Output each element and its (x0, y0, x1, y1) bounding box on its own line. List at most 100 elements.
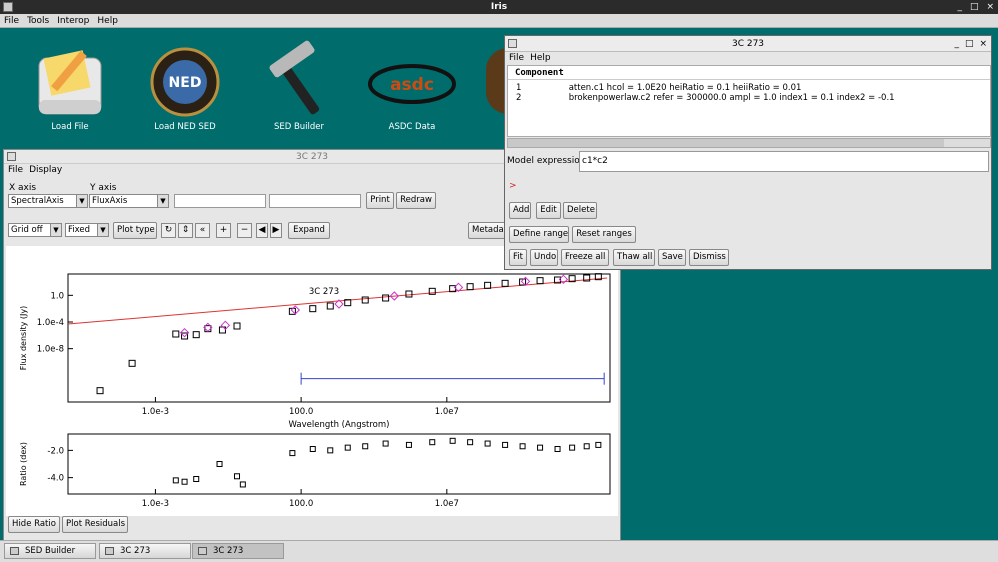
fit-button[interactable]: Fit (509, 249, 527, 266)
refresh-icon[interactable]: ↻ (161, 223, 176, 238)
ratio-y-tick-label: -4.0 (47, 474, 64, 484)
ratio-x-tick-label: 1.0e-3 (142, 499, 169, 509)
task-3c273-plot[interactable]: 3C 273 (99, 543, 191, 559)
ratio-y-tick-label: -2.0 (47, 446, 64, 456)
menu-help[interactable]: Help (97, 14, 118, 27)
model-expression-input[interactable]: c1*c2 (579, 151, 989, 172)
ratio-point (239, 481, 246, 488)
window-icon (508, 39, 517, 48)
app-icon (3, 2, 13, 12)
ratio-point (289, 450, 296, 457)
fit-window-controls: _ □ × (954, 36, 987, 52)
data-point (382, 294, 390, 302)
x-axis-title: Wavelength (Angstrom) (289, 420, 390, 430)
delete-button[interactable]: Delete (563, 202, 597, 219)
maximize-icon[interactable]: □ (965, 36, 974, 52)
horizontal-scrollbar[interactable] (507, 138, 991, 148)
menu-tools[interactable]: Tools (27, 14, 49, 27)
ratio-point (181, 478, 188, 485)
ratio-point (405, 441, 412, 448)
fit-window-titlebar: 3C 273 _ □ × (505, 36, 991, 52)
ratio-point (537, 444, 544, 451)
window-icon (105, 547, 114, 555)
task-3c273-fit[interactable]: 3C 273 (192, 543, 284, 559)
metadata-button[interactable]: Metadata (468, 222, 508, 239)
edit-button[interactable]: Edit (536, 202, 561, 219)
ratio-point (467, 439, 474, 446)
redraw-button[interactable]: Redraw (396, 192, 436, 209)
maximize-icon[interactable]: □ (970, 0, 979, 14)
load-file-icon (35, 40, 105, 118)
grid-select[interactable]: Grid off ▼ (8, 223, 62, 237)
task-sed-builder[interactable]: SED Builder (4, 543, 96, 559)
arrow-left-icon[interactable]: ◀ (256, 223, 268, 238)
y-axis-label: Y axis (90, 183, 117, 193)
component-table: Component 1 atten.c1 hcol = 1.0E20 heiRa… (507, 65, 991, 137)
y-units-field[interactable] (269, 194, 361, 208)
close-icon[interactable]: × (986, 0, 994, 14)
plot-type-button[interactable]: Plot type (113, 222, 157, 239)
plot-area[interactable]: 1.0 1.0e-4 1.0e-8 1.0e-3 100.0 1.0e7 Wavelengt… (6, 246, 618, 516)
desktop-icon-asdc[interactable]: asdc ASDC Data (362, 40, 462, 132)
scale-value: Fixed (68, 225, 91, 235)
arrow-right-icon[interactable]: ▶ (270, 223, 282, 238)
ratio-point (234, 473, 241, 480)
close-icon[interactable]: × (979, 36, 987, 52)
plot-residuals-button[interactable]: Plot Residuals (62, 516, 128, 533)
desktop-label: ASDC Data (388, 122, 436, 132)
ratio-point (172, 477, 179, 484)
scrollbar-thumb[interactable] (508, 139, 944, 147)
desktop-icon-sed-builder[interactable]: SED Builder (249, 40, 349, 132)
add-button[interactable]: Add (509, 202, 531, 219)
model-expression-row: Model expression: c1*c2 (507, 151, 991, 173)
x-axis-select[interactable]: SpectralAxis ▼ (8, 194, 88, 208)
fit-menu-help[interactable]: Help (530, 52, 551, 65)
fit-menu-file[interactable]: File (509, 52, 524, 65)
plot-menu-file[interactable]: File (8, 164, 23, 177)
reset-ranges-button[interactable]: Reset ranges (572, 226, 636, 243)
y-axis-select[interactable]: FluxAxis ▼ (89, 194, 169, 208)
x-tick-label: 100.0 (289, 407, 313, 417)
menu-interop[interactable]: Interop (57, 14, 89, 27)
ratio-point (595, 441, 602, 448)
minimize-icon[interactable]: _ (954, 36, 959, 52)
undo-button[interactable]: Undo (530, 249, 558, 266)
menu-file[interactable]: File (4, 14, 19, 27)
component-row[interactable]: 1 atten.c1 hcol = 1.0E20 heiRatio = 0.1 … (516, 83, 801, 93)
hammer-icon (264, 40, 334, 118)
dismiss-button[interactable]: Dismiss (689, 249, 729, 266)
define-range-button[interactable]: Define range (509, 226, 569, 243)
ratio-axis-title: Ratio (dex) (19, 442, 28, 486)
scale-select[interactable]: Fixed ▼ (65, 223, 109, 237)
component-index: 2 (516, 93, 522, 103)
component-text: brokenpowerlaw.c2 refer = 300000.0 ampl … (568, 93, 895, 103)
data-point (484, 281, 492, 289)
hide-ratio-button[interactable]: Hide Ratio (8, 516, 60, 533)
data-point (309, 305, 317, 313)
chart-title: 3C 273 (309, 287, 339, 297)
thaw-all-button[interactable]: Thaw all (613, 249, 655, 266)
freeze-all-button[interactable]: Freeze all (561, 249, 609, 266)
y-axis-value: FluxAxis (92, 196, 128, 206)
component-row[interactable]: 2 brokenpowerlaw.c2 refer = 300000.0 amp… (516, 93, 895, 103)
menubar: File Tools Interop Help (0, 14, 998, 28)
undo-icon[interactable]: « (195, 223, 210, 238)
ratio-point (216, 461, 223, 467)
zoom-in-icon[interactable]: + (216, 223, 231, 238)
data-point (405, 290, 413, 298)
data-point (536, 277, 544, 285)
expand-button[interactable]: Expand (288, 222, 330, 239)
minimize-icon[interactable]: _ (957, 0, 962, 14)
print-button[interactable]: Print (366, 192, 394, 209)
desktop-icon-ned[interactable]: NED Load NED SED (135, 40, 235, 132)
zoom-out-icon[interactable]: − (237, 223, 252, 238)
x-tick-label: 1.0e-3 (142, 407, 169, 417)
chevron-down-icon: ▼ (50, 224, 61, 236)
fit-icon[interactable]: ⇕ (178, 223, 193, 238)
sed-chart[interactable]: 1.0 1.0e-4 1.0e-8 1.0e-3 100.0 1.0e7 Wavelengt… (6, 246, 618, 516)
plot-menu-display[interactable]: Display (29, 164, 62, 177)
x-units-field[interactable] (174, 194, 266, 208)
ratio-point (583, 443, 590, 450)
save-button[interactable]: Save (658, 249, 686, 266)
desktop-icon-load-file[interactable]: Load File (20, 40, 120, 132)
